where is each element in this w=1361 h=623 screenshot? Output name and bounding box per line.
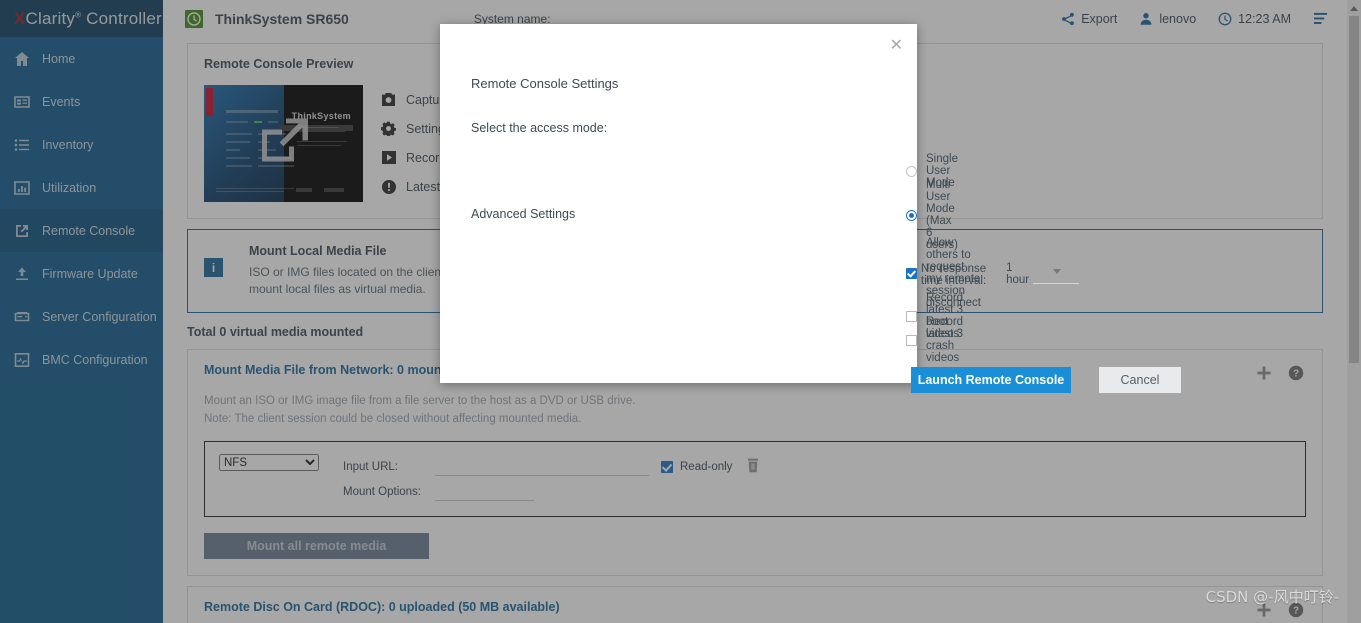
no-response-interval-row: No response time interval: 1 hour (921, 262, 1080, 288)
record-crash-label: Record latest 3 crash videos (926, 316, 964, 364)
checkbox-unchecked-icon[interactable] (906, 334, 917, 346)
radio-icon[interactable] (906, 165, 917, 177)
interval-label: No response time interval: (921, 263, 987, 287)
interval-dropdown[interactable] (1033, 266, 1080, 284)
checkbox-checked-icon[interactable] (906, 267, 917, 279)
dialog-button-row: Launch Remote Console Cancel (911, 367, 1181, 393)
chevron-down-icon (1053, 269, 1062, 274)
remote-console-settings-dialog: ✕ Remote Console Settings Select the acc… (440, 24, 1181, 393)
dialog-title: Remote Console Settings (471, 76, 619, 91)
launch-remote-console-button[interactable]: Launch Remote Console (911, 367, 1071, 393)
interval-value: 1 hour (1006, 262, 1030, 286)
watermark: CSDN @-风中叮铃- (1205, 588, 1339, 606)
advanced-settings-label: Advanced Settings (471, 207, 576, 221)
radio-icon-selected[interactable] (906, 209, 917, 221)
record-crash-videos-checkbox-row[interactable]: Record latest 3 crash videos (906, 316, 963, 364)
access-mode-label: Select the access mode: (471, 121, 608, 135)
close-icon[interactable]: ✕ (890, 38, 903, 54)
cancel-button[interactable]: Cancel (1099, 367, 1181, 393)
